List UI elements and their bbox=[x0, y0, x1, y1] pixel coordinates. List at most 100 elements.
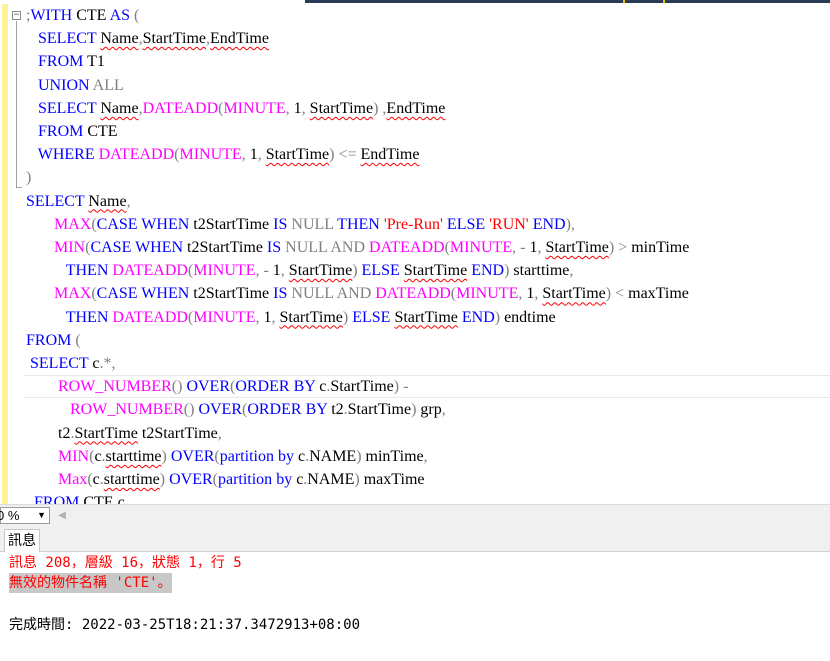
code-line[interactable]: ROW_NUMBER() OVER(ORDER BY c.StartTime) … bbox=[24, 375, 830, 399]
code-token: , bbox=[217, 424, 222, 442]
code-token: CASE bbox=[90, 239, 132, 256]
code-token: 1 bbox=[289, 99, 302, 117]
code-token: THEN bbox=[337, 215, 380, 233]
error-message[interactable]: 無效的物件名稱 'CTE'。 bbox=[9, 573, 172, 593]
code-token: ELSE bbox=[352, 308, 391, 326]
code-token: ), bbox=[565, 215, 575, 233]
code-token: > bbox=[618, 239, 628, 256]
code-line[interactable]: MAX(CASE WHEN t2StartTime IS NULL AND DA… bbox=[26, 282, 689, 305]
code-token: SELECT bbox=[30, 355, 89, 372]
code-token: CASE bbox=[96, 215, 138, 233]
code-token: BY bbox=[293, 378, 316, 396]
code-token: () bbox=[171, 378, 183, 396]
code-token: , bbox=[126, 192, 131, 210]
code-line[interactable]: THEN DATEADD(MINUTE, - 1, StartTime) ELS… bbox=[26, 259, 574, 282]
code-token: T1 bbox=[83, 53, 105, 71]
code-token: - bbox=[403, 378, 409, 396]
code-token: partition bbox=[217, 471, 273, 488]
query-editor[interactable]: − ;WITH CTE AS ( SELECT Name,StartTime,E… bbox=[0, 4, 830, 504]
code-token: ROW_NUMBER bbox=[58, 378, 172, 396]
code-line[interactable]: MAX(CASE WHEN t2StartTime IS NULL THEN '… bbox=[26, 213, 575, 236]
document-tab-bar[interactable] bbox=[305, 0, 830, 3]
code-token: c bbox=[315, 378, 327, 396]
collapse-toggle-icon[interactable]: − bbox=[12, 11, 21, 20]
code-token: BY bbox=[305, 401, 328, 419]
code-line[interactable]: MIN(c.starttime) OVER(partition by c.NAM… bbox=[26, 445, 428, 468]
code-token: Max bbox=[58, 471, 88, 488]
code-line[interactable]: ) bbox=[26, 166, 31, 189]
code-token: FROM bbox=[38, 123, 84, 140]
code-token: starttime bbox=[105, 447, 162, 465]
chevron-down-icon[interactable]: ▼ bbox=[37, 508, 46, 523]
code-token: maxTime bbox=[359, 471, 425, 488]
editor-status-bar: 0 % ▼ ◀ bbox=[0, 504, 830, 526]
code-line[interactable]: t2.StartTime t2StartTime, bbox=[26, 422, 222, 445]
code-token: WHEN bbox=[141, 215, 190, 233]
error-header: 訊息 208，層級 16，狀態 1，行 5 bbox=[9, 555, 242, 571]
code-token: EndTime bbox=[210, 30, 269, 48]
code-line[interactable]: SELECT Name, bbox=[26, 190, 131, 213]
code-token: END bbox=[532, 215, 566, 233]
code-line[interactable]: MIN(CASE WHEN t2StartTime IS NULL AND DA… bbox=[26, 236, 689, 259]
code-token: DATEADD bbox=[98, 146, 175, 164]
zoom-dropdown[interactable]: 0 % ▼ bbox=[0, 507, 50, 524]
code-token: c bbox=[292, 471, 304, 488]
code-line[interactable]: FROM ( bbox=[26, 329, 81, 352]
code-token: CASE bbox=[96, 285, 138, 303]
code-line[interactable]: ROW_NUMBER() OVER(ORDER BY t2.StartTime)… bbox=[26, 398, 446, 421]
code-token: StartTime bbox=[545, 239, 609, 256]
code-token: ELSE bbox=[361, 262, 400, 280]
code-token: StartTime bbox=[288, 262, 353, 280]
code-token: <= bbox=[338, 146, 357, 164]
code-token: SELECT bbox=[38, 99, 97, 117]
tab-messages[interactable]: 訊息 bbox=[4, 529, 40, 552]
code-token: .*, bbox=[99, 355, 116, 372]
code-token: t2StartTime bbox=[183, 239, 267, 256]
zoom-value: 0 % bbox=[0, 508, 20, 523]
code-token: END bbox=[471, 262, 505, 280]
code-line[interactable]: Max(c.starttime) OVER(partition by c.NAM… bbox=[26, 468, 424, 491]
code-token: AND bbox=[330, 239, 366, 256]
code-token: t2StartTime bbox=[137, 424, 218, 442]
code-token: MINUTE bbox=[456, 285, 519, 303]
messages-pane[interactable]: 訊息 208，層級 16，狀態 1，行 5 無效的物件名稱 'CTE'。 完成時… bbox=[0, 552, 830, 661]
code-token: OVER bbox=[169, 471, 213, 488]
code-token: minTime bbox=[627, 239, 690, 256]
scroll-left-icon[interactable]: ◀ bbox=[56, 509, 68, 523]
outline-guide-end bbox=[16, 187, 22, 188]
code-token: StartTime bbox=[279, 308, 343, 326]
code-token: ROW_NUMBER bbox=[70, 401, 184, 419]
code-line[interactable]: FROM CTE bbox=[26, 120, 118, 143]
code-token: MINUTE bbox=[223, 99, 286, 117]
code-line[interactable]: FROM T1 bbox=[26, 50, 105, 73]
code-line[interactable]: WHERE DATEADD(MINUTE, 1, StartTime) <= E… bbox=[26, 143, 420, 166]
code-line[interactable]: SELECT c.*, bbox=[26, 352, 115, 375]
code-token: DATEADD bbox=[112, 262, 188, 280]
editor-gutter: − bbox=[0, 4, 22, 504]
code-token: c bbox=[94, 447, 102, 465]
code-token: WHERE bbox=[37, 146, 95, 164]
code-token: AND bbox=[336, 285, 372, 303]
code-token: OVER bbox=[198, 401, 242, 419]
code-line[interactable]: SELECT Name,DATEADD(MINUTE, 1, StartTime… bbox=[26, 97, 445, 120]
code-line[interactable]: UNION ALL bbox=[26, 74, 124, 97]
code-line[interactable]: SELECT Name,StartTime,EndTime bbox=[26, 27, 269, 50]
code-line[interactable]: ;WITH CTE AS ( bbox=[26, 4, 139, 27]
code-token: t2 bbox=[327, 401, 344, 419]
code-line[interactable]: THEN DATEADD(MINUTE, 1, StartTime) ELSE … bbox=[26, 306, 556, 329]
code-token: 'RUN' bbox=[489, 215, 529, 233]
code-token: starttime bbox=[509, 262, 570, 280]
code-token: < bbox=[615, 285, 625, 303]
code-token: t2 bbox=[26, 424, 71, 442]
code-token: ORDER bbox=[235, 378, 290, 396]
code-line[interactable]: FROM CTE c bbox=[26, 491, 125, 504]
code-token: StartTime bbox=[403, 262, 468, 280]
code-token: c bbox=[92, 471, 100, 488]
